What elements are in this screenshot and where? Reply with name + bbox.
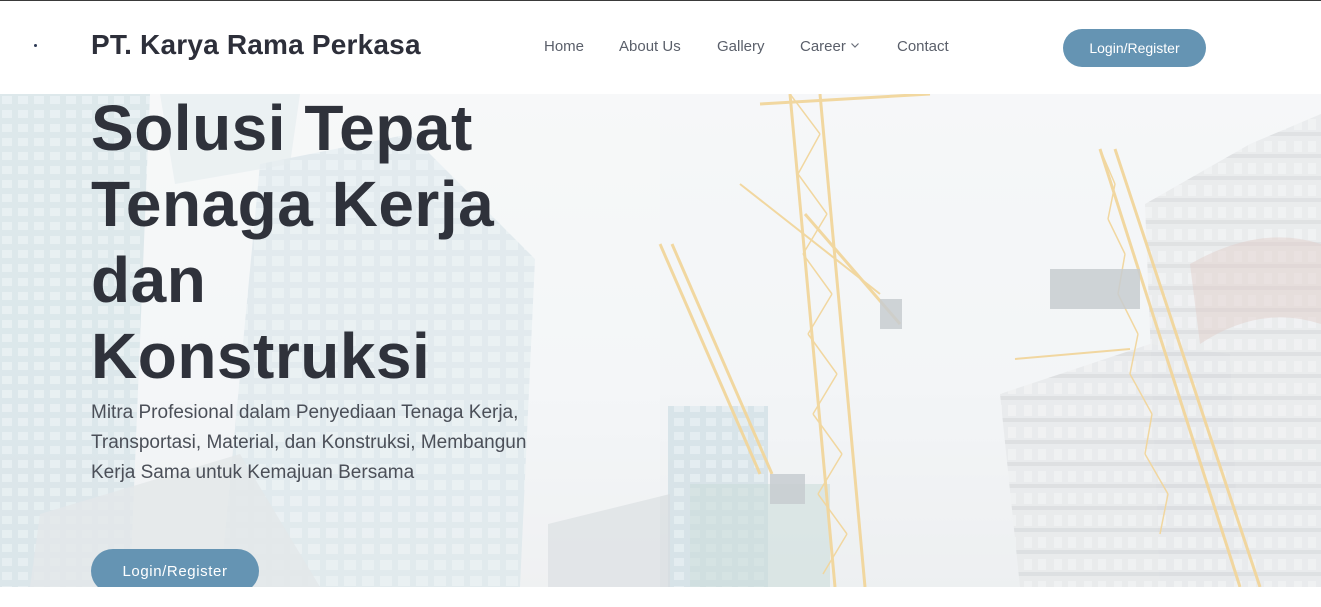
page-bottom-strip: [0, 587, 1321, 607]
chevron-down-icon: [850, 43, 859, 48]
header-login-register-button[interactable]: Login/Register: [1063, 29, 1206, 67]
nav-home[interactable]: Home: [544, 38, 584, 55]
hero-login-register-button[interactable]: Login/Register: [91, 549, 259, 587]
nav-contact[interactable]: Contact: [897, 38, 949, 55]
nav-gallery[interactable]: Gallery: [717, 38, 765, 55]
nav-career-dropdown[interactable]: Career: [800, 38, 860, 55]
hero-subtitle: Mitra Profesional dalam Penyediaan Tenag…: [91, 402, 527, 483]
nav-career-label: Career: [800, 38, 846, 55]
hero-title-line-1: Solusi Tepat: [91, 94, 473, 164]
hero-title: Solusi Tepat Tenaga Kerja dan Konstruksi: [91, 94, 651, 394]
nav-about-us[interactable]: About Us: [619, 38, 681, 55]
site-header: PT. Karya Rama Perkasa Home About Us Gal…: [0, 1, 1321, 94]
hero-title-line-4: Konstruksi: [91, 320, 431, 392]
hero-title-line-2: Tenaga Kerja: [91, 168, 495, 240]
hero-title-line-3: dan: [91, 244, 207, 316]
hero-section: Solusi Tepat Tenaga Kerja dan Konstruksi…: [0, 94, 1321, 587]
